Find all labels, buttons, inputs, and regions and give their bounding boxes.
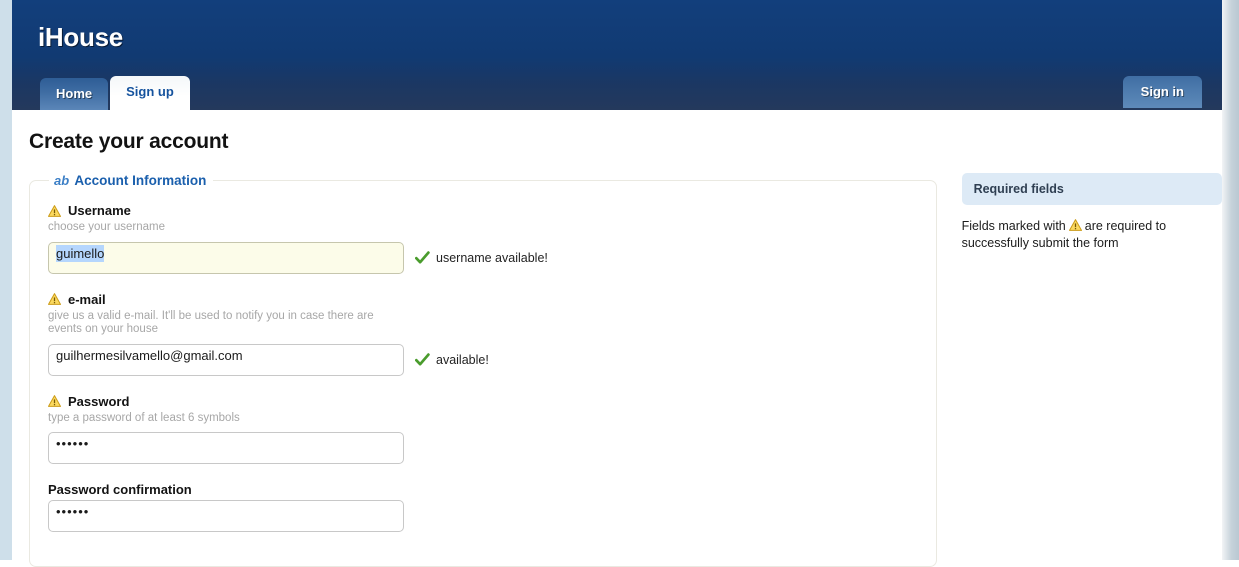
- page-title: Create your account: [29, 130, 229, 153]
- site-header: iHouse Home Sign up Sign in: [12, 0, 1222, 110]
- field-password-hint: type a password of at least 6 symbols: [48, 411, 240, 424]
- warning-triangle-icon: [1068, 219, 1082, 231]
- field-username-hint: choose your username: [48, 221, 165, 233]
- sidebar-column: Required fields Fields marked with are r…: [937, 173, 1222, 567]
- field-username-label: Username: [68, 203, 131, 218]
- page-right-gutter: [1222, 0, 1239, 560]
- required-fields-panel-body: Fields marked with are required to succe…: [962, 205, 1222, 252]
- form-column: ab Account Information Username choose y…: [29, 173, 937, 567]
- password-confirmation-input[interactable]: ••••••: [48, 500, 404, 532]
- field-email-hint: give us a valid e-mail. It'll be used to…: [48, 309, 374, 336]
- green-check-icon: [414, 250, 430, 265]
- field-username-input-row: guimello username available!: [48, 241, 918, 274]
- tab-sign-up[interactable]: Sign up: [110, 76, 190, 110]
- field-username: Username choose your username guimello u…: [48, 203, 918, 274]
- main-area: Create your account ab Account Informati…: [12, 110, 1222, 567]
- email-status-text: available!: [436, 352, 489, 367]
- username-availability-status: username available!: [414, 250, 548, 265]
- fieldset-legend: ab Account Information: [49, 173, 213, 188]
- tab-home[interactable]: Home: [40, 78, 109, 110]
- warning-triangle-icon: [48, 204, 61, 217]
- field-password-label-row: Password: [48, 394, 918, 409]
- field-email-input-row: guilhermesilvamello@gmail.com available!: [48, 343, 918, 376]
- account-information-fieldset: ab Account Information Username choose y…: [29, 173, 937, 567]
- field-email: e-mail give us a valid e-mail. It'll be …: [48, 292, 918, 376]
- field-username-label-row: Username: [48, 203, 918, 218]
- email-availability-status: available!: [414, 352, 489, 367]
- username-status-text: username available!: [436, 250, 548, 265]
- brand-logo[interactable]: iHouse: [38, 22, 123, 53]
- fieldset-legend-label: Account Information: [74, 173, 207, 188]
- field-password: Password type a password of at least 6 s…: [48, 394, 918, 464]
- email-input[interactable]: guilhermesilvamello@gmail.com: [48, 343, 404, 376]
- username-input-value: guimello: [56, 244, 105, 262]
- warning-triangle-icon: [48, 293, 61, 305]
- green-check-icon: [414, 352, 430, 367]
- username-input[interactable]: guimello: [48, 241, 404, 274]
- content-columns: ab Account Information Username choose y…: [12, 154, 1222, 567]
- email-input-value: guilhermesilvamello@gmail.com: [56, 347, 243, 363]
- field-email-label: e-mail: [68, 291, 106, 307]
- field-email-label-row: e-mail: [48, 292, 918, 307]
- primary-nav-tabs: Home Sign up: [40, 76, 190, 110]
- ab-text-icon: ab: [54, 173, 70, 188]
- field-password-confirmation-label: Password confirmation: [48, 482, 192, 497]
- field-password-confirmation: Password confirmation ••••••: [48, 482, 918, 532]
- content-shell: iHouse Home Sign up Sign in Create your …: [12, 0, 1222, 567]
- password-confirmation-input-value: ••••••: [56, 504, 90, 519]
- field-password-confirmation-input-row: ••••••: [48, 500, 918, 532]
- password-input[interactable]: ••••••: [48, 432, 404, 464]
- page-root: iHouse Home Sign up Sign in Create your …: [0, 0, 1239, 567]
- field-password-input-row: ••••••: [48, 432, 918, 464]
- warning-triangle-icon: [48, 395, 61, 407]
- field-password-confirmation-label-row: Password confirmation: [48, 482, 918, 497]
- field-password-label: Password: [68, 393, 130, 409]
- page-left-gutter: [0, 0, 12, 560]
- required-fields-text-before: Fields marked with: [961, 219, 1066, 233]
- required-fields-panel-title: Required fields: [961, 173, 1222, 205]
- password-input-value: ••••••: [56, 436, 90, 451]
- sign-in-button[interactable]: Sign in: [1122, 76, 1202, 108]
